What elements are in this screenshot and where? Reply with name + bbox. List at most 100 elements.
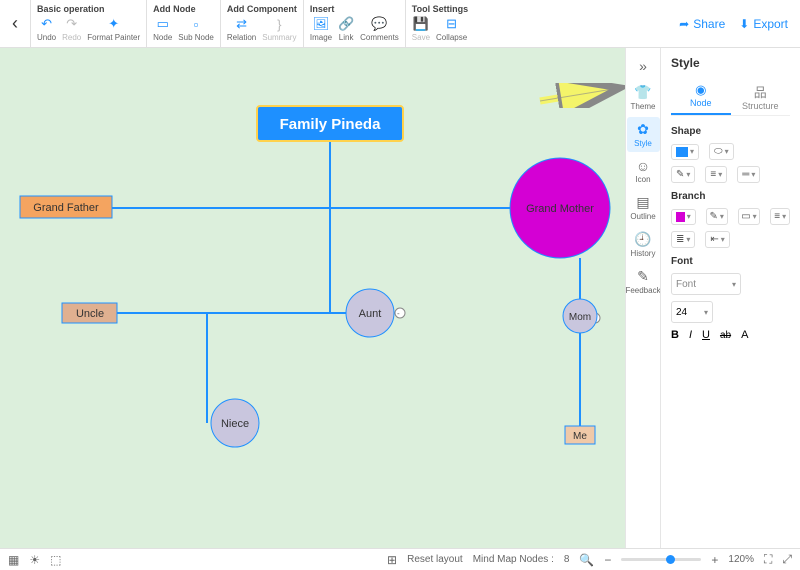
- zoom-in-button[interactable]: +: [711, 553, 718, 567]
- underline-button[interactable]: U: [702, 329, 710, 341]
- svg-text:-: -: [397, 309, 400, 318]
- export-icon: ⬇: [739, 17, 749, 31]
- panel-title: Style: [671, 56, 790, 70]
- relation-button[interactable]: ⇄Relation: [227, 16, 256, 42]
- undo-icon: ↶: [39, 16, 55, 32]
- lines2-icon: ≡: [774, 211, 780, 222]
- summary-button[interactable]: }Summary: [262, 16, 296, 42]
- section-branch: Branch: [671, 191, 790, 202]
- line-style-button[interactable]: ≡▾: [705, 166, 727, 183]
- panel-tab-node[interactable]: ◉Node: [671, 78, 731, 115]
- collapse-icon: ⊟: [444, 16, 460, 32]
- rail-icon[interactable]: ☺Icon: [627, 154, 660, 188]
- history-icon: 🕘: [634, 231, 651, 248]
- undo-button[interactable]: ↶Undo: [37, 16, 56, 42]
- node-tab-icon: ◉: [695, 82, 706, 98]
- share-button[interactable]: ➦Share: [679, 17, 725, 31]
- insert-image-button[interactable]: 🖼Image: [310, 16, 332, 42]
- theme-icon: 👕: [634, 84, 651, 101]
- structure-tab-icon: 品: [754, 82, 767, 101]
- node-aunt-label: Aunt: [359, 308, 382, 320]
- branch-color-icon: [676, 212, 685, 222]
- node-root-label: Family Pineda: [280, 116, 382, 133]
- border-style-button[interactable]: ✎▾: [671, 166, 695, 183]
- branch-indent-button[interactable]: ⇤▾: [705, 231, 729, 248]
- group-title-addnode: Add Node: [153, 4, 214, 14]
- zoom-out-button[interactable]: −: [604, 553, 611, 567]
- group-title-basic: Basic operation: [37, 4, 140, 14]
- collapse-button[interactable]: ⊟Collapse: [436, 16, 467, 42]
- nodes-count: 8: [564, 554, 570, 565]
- node-mom-label: Mom: [569, 312, 591, 323]
- fill-chip-icon: [676, 147, 688, 157]
- save-icon: 💾: [413, 16, 429, 32]
- border-width-button[interactable]: ═▾: [737, 166, 760, 183]
- shape-fill-button[interactable]: ▾: [671, 144, 699, 160]
- add-node-button[interactable]: ▭Node: [153, 16, 172, 42]
- group-title-insert: Insert: [310, 4, 399, 14]
- branch-line-button[interactable]: ✎▾: [706, 208, 728, 225]
- rail-history[interactable]: 🕘History: [627, 227, 660, 262]
- insert-comments-button[interactable]: 💬Comments: [360, 16, 399, 42]
- relation-icon: ⇄: [234, 16, 250, 32]
- font-family-select[interactable]: Font▾: [671, 273, 741, 295]
- back-button[interactable]: ‹: [0, 0, 30, 47]
- italic-button[interactable]: I: [689, 329, 692, 341]
- status-bar: ▦ ☀ ⬚ ⊞ Reset layout Mind Map Nodes : 8 …: [0, 548, 800, 570]
- format-painter-button[interactable]: ✦Format Painter: [87, 16, 140, 42]
- font-size-select[interactable]: 24▾: [671, 301, 713, 323]
- branch-style3-button[interactable]: ≡▾: [770, 208, 790, 225]
- find-button[interactable]: 🔍: [579, 553, 594, 567]
- link-icon: 🔗: [338, 16, 354, 32]
- comments-icon: 💬: [371, 16, 387, 32]
- pen-icon: ✎: [676, 169, 684, 180]
- fullscreen-button[interactable]: ⤢: [782, 552, 792, 567]
- reset-layout-icon: ⊞: [387, 553, 397, 567]
- section-shape: Shape: [671, 126, 790, 137]
- group-title-addcomp: Add Component: [227, 4, 297, 14]
- rect-icon: ▭: [741, 211, 750, 222]
- feedback-icon: ✎: [637, 268, 649, 285]
- grid-toggle-button[interactable]: ▦: [8, 553, 19, 567]
- panel-tab-structure[interactable]: 品Structure: [731, 78, 791, 115]
- side-rail: » 👕Theme ✿Style ☺Icon ▤Outline 🕘History …: [625, 48, 660, 548]
- align-icon: ≣: [676, 234, 684, 245]
- node-uncle-label: Uncle: [76, 308, 104, 320]
- summary-icon: }: [271, 16, 287, 32]
- branch-shape-button[interactable]: ▭▾: [738, 208, 761, 225]
- insert-link-button[interactable]: 🔗Link: [338, 16, 354, 42]
- panel-collapse-button[interactable]: »: [635, 54, 651, 78]
- rail-outline[interactable]: ▤Outline: [627, 190, 660, 225]
- export-button[interactable]: ⬇Export: [739, 17, 788, 31]
- strike-button[interactable]: ab: [720, 330, 731, 341]
- outline-icon: ▤: [636, 194, 649, 211]
- image-icon: 🖼: [313, 16, 329, 32]
- branch-align-button[interactable]: ≣▾: [671, 231, 695, 248]
- node-icon: ▭: [155, 16, 171, 32]
- font-color-button[interactable]: A: [741, 329, 748, 341]
- rail-style[interactable]: ✿Style: [627, 117, 660, 152]
- fit-button[interactable]: ⛶: [764, 552, 772, 567]
- style-panel: Style ◉Node 品Structure Shape ▾ ⬭▾ ✎▾ ≡▾ …: [660, 48, 800, 548]
- redo-button[interactable]: ↷Redo: [62, 16, 81, 42]
- bold-button[interactable]: B: [671, 329, 679, 341]
- branch-color-button[interactable]: ▾: [671, 209, 696, 225]
- group-title-tools: Tool Settings: [412, 4, 468, 14]
- top-toolbar: ‹ Basic operation ↶Undo ↷Redo ✦Format Pa…: [0, 0, 800, 48]
- save-button[interactable]: 💾Save: [412, 16, 430, 42]
- indent-icon: ⇤: [710, 234, 718, 245]
- reset-layout-button[interactable]: Reset layout: [407, 554, 463, 565]
- mindmap-canvas[interactable]: - - - Family Pineda Grand Father Grand M…: [0, 48, 625, 548]
- rail-theme[interactable]: 👕Theme: [627, 80, 660, 115]
- zoom-slider[interactable]: [621, 558, 701, 561]
- shape-type-button[interactable]: ⬭▾: [709, 143, 734, 160]
- shape-icon: ⬭: [714, 146, 723, 157]
- add-subnode-button[interactable]: ▫Sub Node: [178, 16, 214, 42]
- section-font: Font: [671, 256, 790, 267]
- branch-pen-icon: ✎: [709, 211, 717, 222]
- nodes-label: Mind Map Nodes :: [473, 554, 554, 565]
- icon-icon: ☺: [636, 158, 650, 174]
- brightness-button[interactable]: ☀: [29, 553, 40, 567]
- rail-feedback[interactable]: ✎Feedback: [627, 264, 660, 299]
- layers-button[interactable]: ⬚: [50, 553, 61, 567]
